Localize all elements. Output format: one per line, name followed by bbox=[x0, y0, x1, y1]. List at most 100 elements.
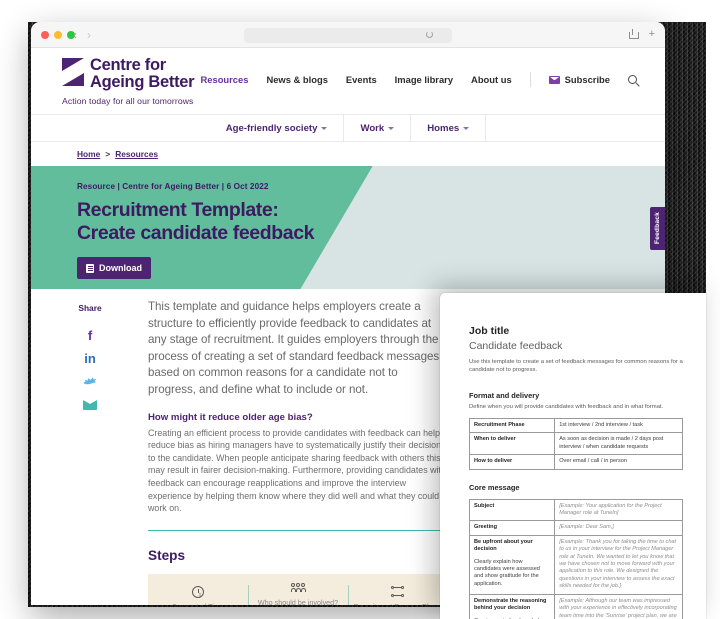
document-preview-panel[interactable]: Job title Candidate feedback Use this te… bbox=[440, 293, 706, 619]
address-bar[interactable] bbox=[244, 28, 452, 43]
breadcrumb-separator: > bbox=[105, 149, 111, 159]
article-paragraph: Creating an efficient process to provide… bbox=[148, 427, 446, 514]
minimize-window-button[interactable] bbox=[54, 31, 62, 39]
breadcrumb-item-resources[interactable]: Resources bbox=[115, 149, 158, 159]
doc-job-title-label: Job title bbox=[469, 325, 510, 337]
doc-core-key-note: Clearly explain how candidates were asse… bbox=[474, 558, 540, 587]
main-navigation: Resources News & blogs Events Image libr… bbox=[201, 72, 637, 87]
steps-panel: Suggested Time 60 to 120 mins Who should… bbox=[148, 574, 448, 605]
facebook-icon[interactable]: f bbox=[73, 324, 107, 347]
subscribe-label: Subscribe bbox=[564, 74, 610, 85]
site-header: Centre for Ageing Better Action today fo… bbox=[31, 48, 665, 115]
document-icon bbox=[86, 263, 94, 273]
chevron-down-icon bbox=[388, 126, 395, 130]
breadcrumb: Home > Resources bbox=[31, 142, 665, 166]
close-window-button[interactable] bbox=[41, 31, 49, 39]
table-row: Demonstrate the reasoning behind your de… bbox=[468, 593, 683, 619]
doc-core-heading: Core message bbox=[469, 482, 520, 492]
doc-note: Use this template to create a set of fee… bbox=[469, 359, 683, 373]
logo-mark-icon bbox=[62, 58, 84, 86]
step-key: Suggested Time bbox=[152, 602, 244, 605]
logo-line-1: Centre for bbox=[90, 56, 166, 74]
doc-core-table: Subject [Example: Your application for t… bbox=[468, 498, 683, 619]
table-row: Be upfront about your decision Clearly e… bbox=[468, 534, 683, 595]
feedback-tab[interactable]: Feedback bbox=[650, 207, 665, 250]
subnav-item-work[interactable]: Work bbox=[343, 114, 410, 142]
doc-core-key: Demonstrate the reasoning behind your de… bbox=[474, 597, 547, 612]
article-intro: This template and guidance helps employe… bbox=[148, 300, 443, 396]
background-mask-right bbox=[706, 0, 720, 619]
doc-format-key: When to deliver bbox=[468, 432, 556, 456]
table-row: How to deliver Over email / call / in pe… bbox=[468, 454, 683, 470]
hero-banner: Resource | Centre for Ageing Better | 6 … bbox=[31, 166, 665, 289]
page-title: Recruitment Template: Create candidate f… bbox=[77, 199, 315, 244]
screenshot-root: ‹ › + Centre for Ageing Better Action to… bbox=[0, 0, 720, 619]
envelope-icon bbox=[548, 75, 560, 84]
feedback-tab-label: Feedback bbox=[654, 212, 661, 245]
email-icon[interactable] bbox=[73, 393, 107, 416]
doc-core-key: Be upfront about your decision bbox=[474, 538, 533, 553]
doc-format-sub: Define when you will provide candidates … bbox=[469, 404, 664, 410]
doc-core-value: [Example: Your application for the Proje… bbox=[554, 498, 683, 522]
step-column-suggested-time: Suggested Time 60 to 120 mins bbox=[148, 584, 248, 605]
window-controls[interactable] bbox=[41, 31, 75, 39]
section-divider bbox=[148, 529, 448, 532]
download-label: Download bbox=[99, 263, 142, 273]
nav-item-about-us[interactable]: About us bbox=[471, 74, 512, 85]
share-icon[interactable] bbox=[628, 29, 639, 39]
back-icon[interactable]: ‹ bbox=[73, 28, 77, 42]
nav-item-resources[interactable]: Resources bbox=[201, 74, 249, 85]
share-label: Share bbox=[78, 303, 102, 313]
doc-format-key: How to deliver bbox=[468, 454, 556, 470]
doc-core-value: [Example: Thank you for taking the time … bbox=[554, 534, 683, 595]
table-row: Greeting [Example: Dear Sam,] bbox=[468, 520, 683, 536]
linkedin-icon[interactable]: in bbox=[73, 347, 107, 370]
nav-divider bbox=[529, 72, 531, 87]
forward-icon[interactable]: › bbox=[87, 28, 91, 42]
step-key: Who should be involved? bbox=[257, 597, 339, 605]
step-column-who-involved: Who should be involved? Hiring manager, … bbox=[248, 580, 348, 605]
new-tab-icon[interactable]: + bbox=[649, 28, 655, 40]
nav-item-news-blogs[interactable]: News & blogs bbox=[266, 74, 327, 85]
search-icon[interactable] bbox=[628, 75, 637, 84]
table-row: Recruitment Phase 1st interview / 2nd in… bbox=[468, 417, 683, 434]
subscribe-button[interactable]: Subscribe bbox=[548, 74, 610, 85]
article-content: This template and guidance helps employe… bbox=[148, 299, 448, 605]
toolbar-right-actions[interactable]: + bbox=[628, 28, 655, 40]
doc-core-key-cell: Be upfront about your decision Clearly e… bbox=[468, 534, 556, 595]
step-column-process-phase: Recruitment Process Phase Interviews & O… bbox=[348, 584, 448, 605]
doc-core-key-cell: Demonstrate the reasoning behind your de… bbox=[468, 593, 556, 619]
download-button[interactable]: Download bbox=[77, 257, 151, 279]
navigation-arrows[interactable]: ‹ › bbox=[73, 28, 91, 42]
nav-item-image-library[interactable]: Image library bbox=[395, 74, 453, 85]
logo-text: Centre for Ageing Better bbox=[90, 56, 195, 91]
nav-item-events[interactable]: Events bbox=[346, 74, 377, 85]
table-row: Subject [Example: Your application for t… bbox=[468, 498, 683, 522]
clock-icon bbox=[152, 584, 244, 599]
doc-core-key: Subject bbox=[468, 498, 556, 522]
subnav-label-age-friendly-society: Age-friendly society bbox=[225, 122, 318, 134]
doc-format-key: Recruitment Phase bbox=[468, 417, 556, 434]
table-row: When to deliver As soon as decision is m… bbox=[468, 432, 683, 456]
subnav-item-age-friendly-society[interactable]: Age-friendly society bbox=[210, 115, 344, 142]
site-logo[interactable]: Centre for Ageing Better Action today fo… bbox=[62, 56, 195, 106]
flow-icon bbox=[352, 584, 444, 599]
twitter-icon[interactable] bbox=[73, 370, 107, 393]
doc-format-value: Over email / call / in person bbox=[554, 454, 683, 470]
steps-heading: Steps bbox=[148, 548, 186, 564]
doc-format-value: As soon as decision is made / 2 days pos… bbox=[554, 432, 683, 456]
doc-core-value: [Example: Although our team was impresse… bbox=[554, 593, 683, 619]
chevron-down-icon bbox=[321, 126, 328, 130]
subnav-label-homes: Homes bbox=[427, 122, 460, 134]
subnav-item-homes[interactable]: Homes bbox=[410, 114, 487, 142]
background-mask-top bbox=[0, 0, 720, 22]
step-key: Recruitment Process Phase bbox=[352, 602, 444, 605]
article-subheading: How might it reduce older age bias? bbox=[148, 411, 313, 423]
doc-format-heading: Format and delivery bbox=[469, 391, 540, 400]
doc-core-key: Greeting bbox=[468, 520, 556, 536]
reload-icon[interactable] bbox=[426, 31, 433, 38]
doc-job-title-value: Candidate feedback bbox=[469, 340, 563, 352]
breadcrumb-item-home[interactable]: Home bbox=[77, 149, 100, 159]
chevron-down-icon bbox=[463, 126, 470, 130]
logo-tagline: Action today for all our tomorrows bbox=[62, 96, 194, 106]
